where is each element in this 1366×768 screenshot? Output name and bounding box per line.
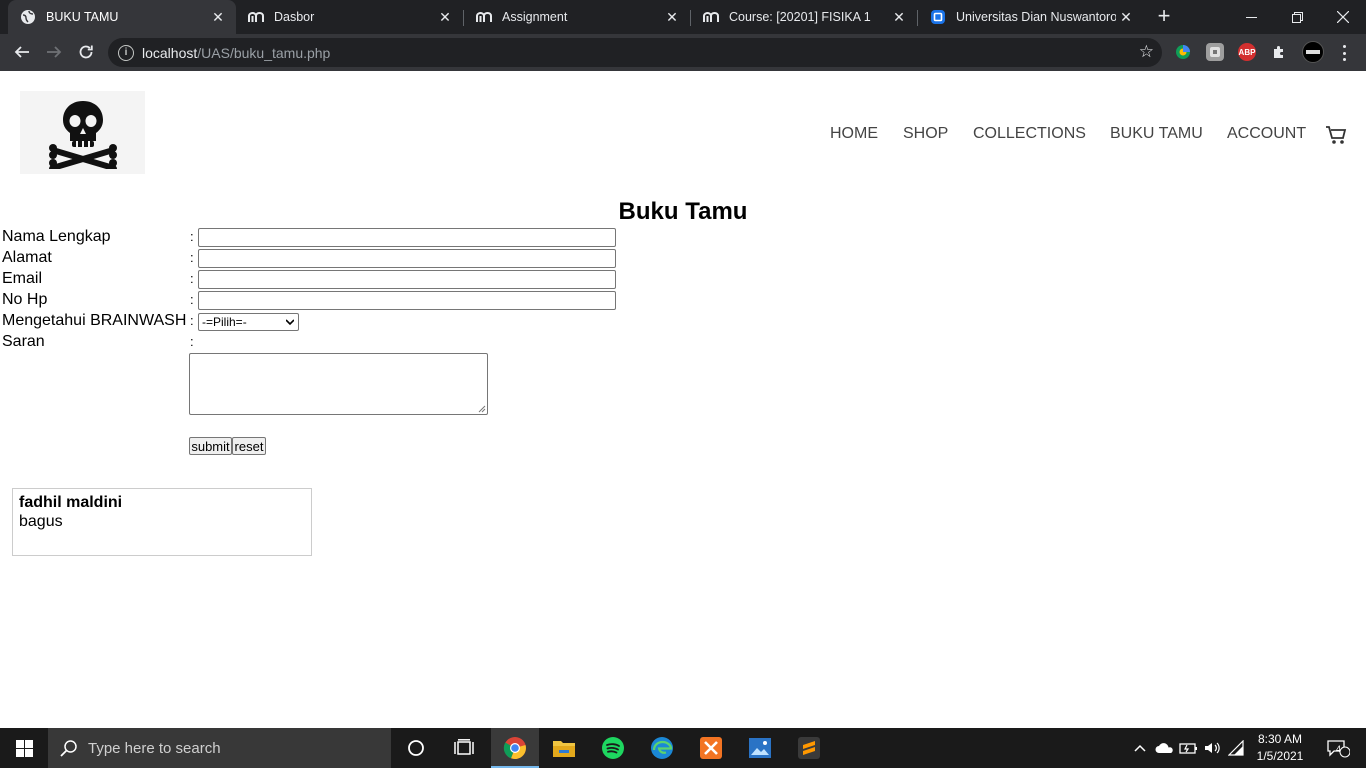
field-label: Saran [2,333,45,350]
colon: : [190,313,194,328]
page-content: HOME SHOP COLLECTIONS BUKU TAMU ACCOUNT … [0,71,1366,728]
tab-title: Dasbor [274,10,315,24]
bookmark-star-icon[interactable]: ☆ [1139,42,1154,62]
alamat-input[interactable] [198,249,616,268]
moodle-icon [476,9,492,25]
taskbar-clock[interactable]: 8:30 AM 1/5/2021 [1252,731,1308,765]
close-window-icon[interactable] [1320,0,1366,34]
restore-icon[interactable] [1274,0,1320,34]
xampp-icon[interactable] [687,728,735,768]
puzzle-block-extension-icon[interactable] [1206,43,1224,61]
nama-lengkap-input[interactable] [198,228,616,247]
reload-icon[interactable] [72,38,100,66]
shopping-cart-icon[interactable] [1325,124,1347,146]
guestbook-entry: fadhil maldini bagus [12,488,312,556]
entry-name: fadhil maldini [19,494,123,511]
extensions-puzzle-icon[interactable] [1270,43,1288,61]
globe-icon [20,9,36,25]
file-explorer-icon[interactable] [540,728,588,768]
select-value: -=Pilih=- [202,315,247,329]
close-tab-icon[interactable]: ✕ [1116,7,1136,27]
tab-title: Universitas Dian Nuswantoro | [956,10,1116,24]
photos-icon[interactable] [736,728,784,768]
browser-toolbar: i localhost /UAS/buku_tamu.php ☆ ABP [0,34,1366,71]
reset-button[interactable]: reset [232,437,266,455]
page-title: Buku Tamu [618,198,748,225]
tray-overflow-chevron-icon[interactable] [1130,728,1150,768]
cortana-icon[interactable] [392,728,440,768]
address-bar[interactable]: i localhost /UAS/buku_tamu.php ☆ [108,38,1162,67]
taskbar-search-box[interactable]: Type here to search [48,728,391,768]
moodle-icon [703,9,719,25]
nav-buku-tamu[interactable]: BUKU TAMU [1110,125,1203,143]
close-tab-icon[interactable]: ✕ [662,7,682,27]
clock-date: 1/5/2021 [1256,749,1304,763]
nav-account[interactable]: ACCOUNT [1227,125,1306,143]
windows-taskbar: Type here to search 8:30 AM 1/5/2021 4 [0,728,1366,768]
action-center-icon[interactable]: 4 [1318,728,1358,768]
chevron-down-icon [286,319,294,326]
colon: : [190,250,194,265]
close-tab-icon[interactable]: ✕ [208,7,228,27]
field-label: Alamat [2,249,52,266]
colon: : [190,334,194,349]
tab-assignment[interactable]: Assignment ✕ [464,0,690,34]
chrome-taskbar-icon[interactable] [491,728,539,768]
browser-menu-icon[interactable] [1336,42,1352,64]
minimize-icon[interactable] [1228,0,1274,34]
tab-course-fisika[interactable]: Course: [20201] FISIKA 1 ✕ [691,0,917,34]
colon: : [190,229,194,244]
saran-textarea[interactable] [189,353,488,415]
edge-icon[interactable] [638,728,686,768]
tab-udinus[interactable]: Universitas Dian Nuswantoro | ✕ [918,0,1144,34]
windows-start-icon[interactable] [0,728,48,768]
forward-arrow-icon[interactable] [40,38,68,66]
new-tab-button[interactable]: + [1152,5,1176,29]
udinus-icon [930,9,946,25]
profile-avatar-icon[interactable] [1302,41,1324,63]
google-drive-extension-icon[interactable] [1174,43,1192,61]
nav-collections[interactable]: COLLECTIONS [973,125,1086,143]
mengetahui-select[interactable]: -=Pilih=- [198,313,299,331]
notification-count: 4 [1336,744,1342,754]
url-path: /UAS/buku_tamu.php [197,44,331,61]
email-input[interactable] [198,270,616,289]
nav-shop[interactable]: SHOP [903,125,948,143]
tab-title: Assignment [502,10,568,24]
battery-icon[interactable] [1178,728,1200,768]
no-hp-input[interactable] [198,291,616,310]
back-arrow-icon[interactable] [8,38,36,66]
onedrive-cloud-icon[interactable] [1154,728,1176,768]
search-icon [60,740,77,757]
field-label: Nama Lengkap [2,228,111,245]
clock-time: 8:30 AM [1257,732,1303,746]
field-label: No Hp [2,291,48,308]
browser-tab-strip: BUKU TAMU ✕ Dasbor ✕ Assignment ✕ Course… [0,0,1366,34]
tab-title: BUKU TAMU [46,10,119,24]
tab-buku-tamu[interactable]: BUKU TAMU ✕ [8,0,236,34]
site-info-icon[interactable]: i [118,44,134,61]
entry-message: bagus [19,513,63,530]
wifi-icon[interactable] [1226,728,1248,768]
field-label: Email [2,270,43,287]
close-tab-icon[interactable]: ✕ [889,7,909,27]
resize-grip-icon[interactable] [478,405,486,413]
colon: : [190,271,194,286]
submit-button[interactable]: submit [189,437,232,455]
tab-dasbor[interactable]: Dasbor ✕ [236,0,463,34]
search-placeholder: Type here to search [88,739,221,757]
moodle-icon [248,9,264,25]
close-tab-icon[interactable]: ✕ [435,7,455,27]
skull-crossbones-logo-icon[interactable] [20,91,145,174]
sublime-text-icon[interactable] [785,728,833,768]
field-label: Mengetahui BRAINWASH [2,312,187,329]
speaker-volume-icon[interactable] [1202,728,1224,768]
spotify-icon[interactable] [589,728,637,768]
task-view-icon[interactable] [440,728,488,768]
colon: : [190,292,194,307]
tab-title: Course: [20201] FISIKA 1 [729,10,871,24]
nav-home[interactable]: HOME [830,125,878,143]
url-host: localhost [142,44,198,61]
adblock-plus-icon[interactable]: ABP [1238,43,1256,61]
